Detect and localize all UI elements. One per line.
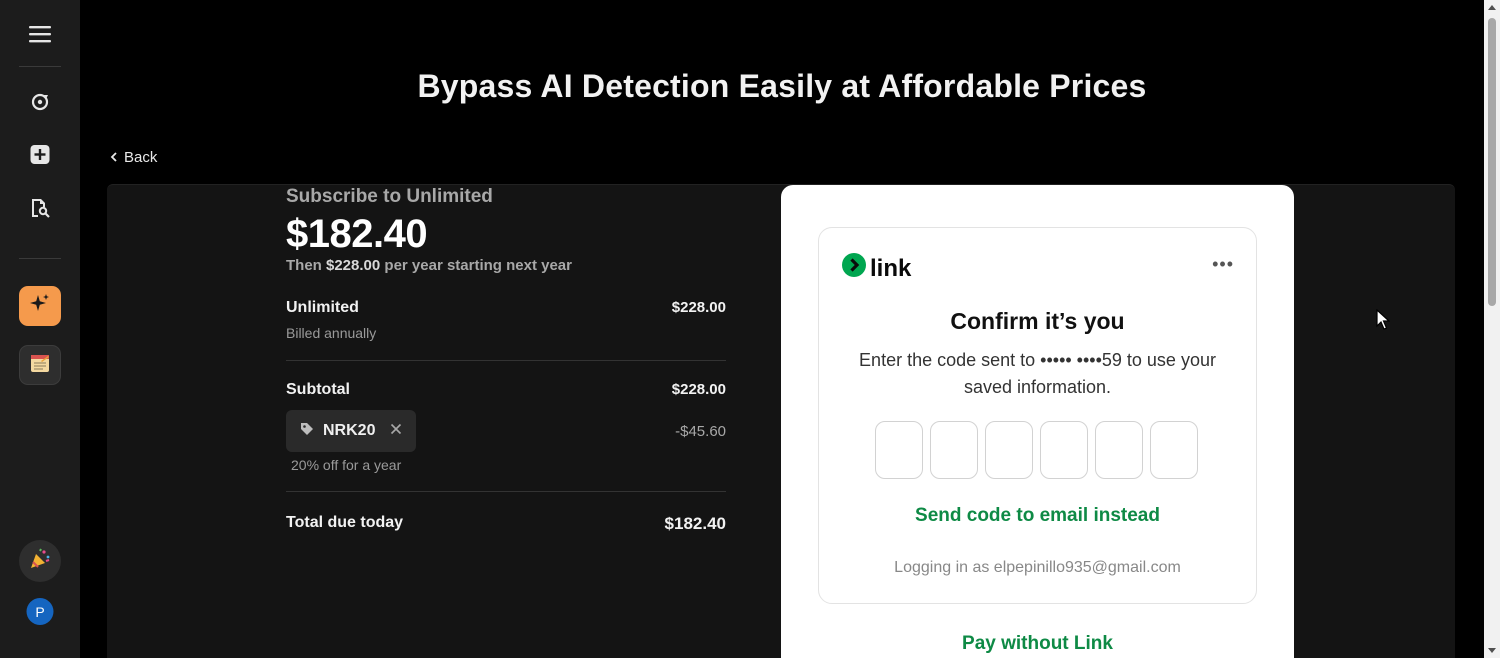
send-code-email-link[interactable]: Send code to email instead xyxy=(819,505,1256,527)
search-doc-icon[interactable] xyxy=(30,198,50,218)
promo-discount: -$45.60 xyxy=(675,422,726,440)
sidebar-item-humanizer[interactable] xyxy=(19,286,61,326)
otp-digit-input[interactable] xyxy=(930,421,978,479)
payment-panel: link ••• Confirm it’s you Enter the code… xyxy=(781,185,1294,658)
tag-icon xyxy=(300,422,314,441)
otp-input xyxy=(875,421,1198,479)
item-billing: Billed annually xyxy=(286,325,377,341)
promo-code: NRK20 xyxy=(323,422,376,439)
subtotal-row: Subtotal $228.00 xyxy=(286,381,726,399)
link-auth-card: link ••• Confirm it’s you Enter the code… xyxy=(818,227,1257,604)
price: $182.40 xyxy=(286,212,428,256)
renewal-amount: $228.00 xyxy=(326,257,381,274)
scroll-up-icon[interactable] xyxy=(1488,5,1496,10)
avatar-letter: P xyxy=(26,598,54,625)
divider xyxy=(286,491,726,492)
plus-icon[interactable] xyxy=(30,145,50,164)
item-amount: $228.00 xyxy=(671,299,726,316)
link-logo-icon xyxy=(842,253,866,284)
order-summary: Subscribe to Unlimited $182.40 Then $228… xyxy=(286,186,726,534)
confirm-description: Enter the code sent to ••••• ••••59 to u… xyxy=(859,350,1216,397)
confirm-title: Confirm it’s you xyxy=(950,308,1125,334)
avatar[interactable]: P xyxy=(26,598,54,625)
sidebar-divider xyxy=(19,258,61,259)
sidebar: P xyxy=(0,0,80,658)
renewal-suffix: per year starting next year xyxy=(380,257,572,274)
otp-digit-input[interactable] xyxy=(1150,421,1198,479)
otp-digit-input[interactable] xyxy=(985,421,1033,479)
total-amount: $182.40 xyxy=(664,514,726,533)
renewal-prefix: Then xyxy=(286,257,326,274)
total-row: Total due today $182.40 xyxy=(286,514,726,534)
sidebar-item-notes[interactable] xyxy=(19,345,61,385)
scroll-thumb[interactable] xyxy=(1488,18,1496,306)
scroll-down-icon[interactable] xyxy=(1488,648,1496,653)
total-label: Total due today xyxy=(286,514,404,531)
remove-promo-icon[interactable] xyxy=(390,422,402,440)
line-item: Unlimited Billed annually $228.00 xyxy=(286,299,726,341)
chevron-left-icon xyxy=(110,149,118,166)
app-root: P Bypass AI Detection Easily at Affordab… xyxy=(0,0,1500,658)
sidebar-divider xyxy=(19,66,61,67)
link-brand-text: link xyxy=(870,254,912,282)
pay-without-link-button[interactable]: Pay without Link xyxy=(781,633,1294,655)
otp-digit-input[interactable] xyxy=(875,421,923,479)
divider xyxy=(286,360,726,361)
promo-chip: NRK20 xyxy=(286,410,417,452)
party-icon xyxy=(28,547,52,576)
promo-description: 20% off for a year xyxy=(291,457,402,473)
sidebar-item-promo[interactable] xyxy=(19,540,61,582)
menu-icon[interactable] xyxy=(29,24,51,44)
promo-row: NRK20 -$45.60 xyxy=(286,410,726,452)
back-button[interactable]: Back xyxy=(110,149,157,166)
mouse-cursor-icon xyxy=(1376,308,1391,336)
page-scrollbar[interactable] xyxy=(1484,0,1500,658)
more-options-icon[interactable]: ••• xyxy=(1212,254,1234,275)
item-name: Unlimited xyxy=(286,299,359,316)
otp-digit-input[interactable] xyxy=(1095,421,1143,479)
link-logo: link xyxy=(842,253,911,284)
sparkle-icon xyxy=(29,293,51,320)
back-label: Back xyxy=(124,149,158,166)
subtotal-amount: $228.00 xyxy=(671,381,726,398)
notepad-icon xyxy=(29,352,51,379)
subtotal-label: Subtotal xyxy=(286,381,350,398)
page-title: Bypass AI Detection Easily at Affordable… xyxy=(417,68,1147,104)
logged-in-as: Logging in as elpepinillo935@gmail.com xyxy=(894,559,1181,576)
renewal-note: Then $228.00 per year starting next year xyxy=(286,257,726,274)
subscribe-title: Subscribe to Unlimited xyxy=(286,186,493,207)
otp-digit-input[interactable] xyxy=(1040,421,1088,479)
refresh-icon[interactable] xyxy=(30,92,50,112)
